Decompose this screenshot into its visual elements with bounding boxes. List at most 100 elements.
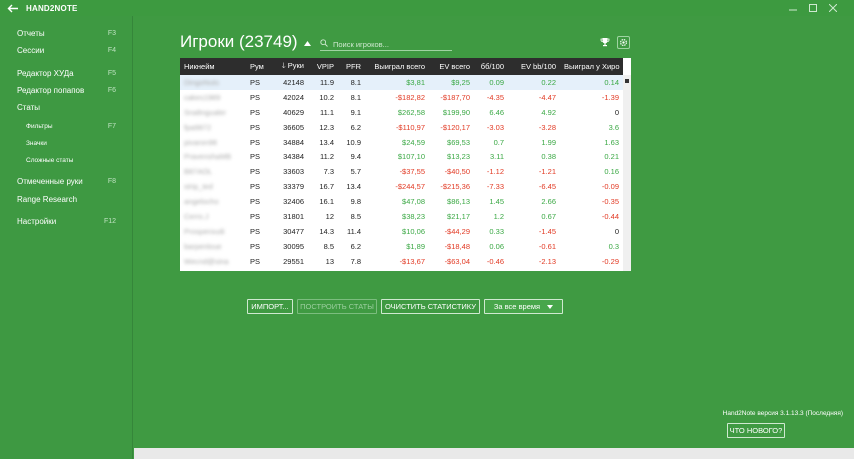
table-cell: -$215,36 — [440, 182, 470, 192]
page-title[interactable]: Игроки (23749) — [180, 32, 311, 52]
table-cell: $86,13 — [447, 197, 470, 207]
whats-new-button[interactable]: ЧТО НОВОГО? — [727, 423, 785, 438]
table-cell: 36605 — [283, 122, 304, 132]
table-cell: -$37,55 — [399, 167, 425, 177]
table-cell: -0.61 — [538, 241, 556, 251]
table-cell: 3.6 — [608, 122, 619, 132]
sidebar-item-label: Отмеченные руки — [17, 176, 83, 186]
table-cell: 0 — [614, 107, 619, 117]
table-cell: PS — [250, 211, 261, 221]
table-cell: 42148 — [283, 77, 304, 87]
minimize-icon[interactable] — [788, 3, 798, 13]
table-row[interactable]: pivaron98 PS 34884 13.4 10.9 $24,59 $69,53 0.7 1… — [180, 135, 623, 150]
shortcut-key: F6 — [107, 86, 116, 94]
table-cell: 14.3 — [319, 226, 334, 236]
column-header[interactable]: EV bb/100 — [508, 58, 560, 75]
sidebar-item-marked-hands[interactable]: Отмеченные руки F8 — [0, 173, 133, 189]
table-cell: 30477 — [283, 226, 304, 236]
sidebar-item-badges[interactable]: Значки — [0, 135, 133, 151]
column-header[interactable]: бб/100 — [474, 58, 508, 75]
table-cell: -$110,97 — [395, 122, 425, 132]
build-stats-button[interactable]: ПОСТРОИТЬ СТАТЫ — [297, 299, 377, 314]
player-nickname-cell: cakes1989 — [184, 92, 221, 102]
column-header[interactable]: EV всего — [429, 58, 474, 75]
sidebar-item-label: Статы — [17, 102, 41, 112]
sidebar-item-filters[interactable]: Фильтры F7 — [0, 118, 133, 134]
table-row[interactable]: PravenshaMB PS 34384 11.2 9.4 $107,10 $13,23 3.… — [180, 149, 623, 164]
close-icon[interactable] — [828, 3, 838, 13]
table-cell: 12.3 — [319, 122, 334, 132]
table-cell: -7.33 — [486, 182, 504, 192]
dropdown-caret-icon[interactable] — [303, 39, 311, 48]
table-cell: PS — [250, 256, 261, 266]
table-cell: 29551 — [283, 256, 304, 266]
table-row[interactable]: strip_ted PS 33379 16.7 13.4 -$244,57 -$215,36… — [180, 179, 623, 194]
period-dropdown[interactable]: За все время — [484, 299, 563, 314]
sidebar-item-hud-editor[interactable]: Редактор ХУДа F5 — [0, 65, 133, 81]
sidebar-item-popup-editor[interactable]: Редактор попапов F6 — [0, 82, 133, 98]
table-row[interactable]: cakes1989 PS 42024 10.2 8.1 -$182,82 -$187,70 -… — [180, 90, 623, 105]
table-row[interactable]: B87AOL PS 33603 7.3 5.7 -$37,55 -$40,50 -1.12 -1… — [180, 164, 623, 179]
table-row[interactable]: angelocho PS 32406 16.1 9.8 $47,08 $86,13 1.45 2… — [180, 194, 623, 209]
table-row[interactable]: Snaltngualer PS 40629 11.1 9.1 $262,58 $199,90… — [180, 105, 623, 120]
table-row[interactable]: barpenloue PS 30095 8.5 6.2 $1,89 -$18,48 0.06 -… — [180, 239, 623, 254]
sidebar-item-complex-stats[interactable]: Сложные статы — [0, 152, 133, 168]
table-cell: -0.09 — [601, 182, 619, 192]
table-cell: 6.2 — [350, 122, 361, 132]
chevron-down-icon — [547, 304, 554, 309]
sidebar-item-label: Значки — [26, 139, 47, 147]
column-header-sorted[interactable]: 🡓 Руки — [276, 58, 308, 75]
column-header[interactable]: VPIP — [308, 58, 338, 75]
column-header[interactable]: Никнейм — [180, 58, 246, 75]
table-cell: 11.4 — [346, 226, 361, 236]
table-row[interactable]: Wecnd@sina PS 29551 13 7.8 -$13,67 -$63,04 -0.4… — [180, 254, 623, 269]
column-header[interactable]: Рум — [246, 58, 276, 75]
player-nickname-cell: fpa9872 — [184, 122, 212, 132]
table-cell: PS — [250, 137, 261, 147]
table-cell: -3.28 — [538, 122, 556, 132]
table-cell: 1.2 — [493, 211, 504, 221]
table-cell: -0.46 — [486, 256, 504, 266]
table-cell: 8.1 — [350, 92, 361, 102]
sidebar-item-stats[interactable]: Статы — [0, 99, 133, 115]
search-input[interactable] — [333, 39, 445, 49]
table-cell: -$244,57 — [395, 182, 425, 192]
table-row[interactable]: Prosperoudi PS 30477 14.3 11.4 $10,06 -$44,29 0… — [180, 224, 623, 239]
table-cell: $199,90 — [442, 107, 470, 117]
table-cell: -3.03 — [486, 122, 504, 132]
table-cell: 5.7 — [350, 167, 361, 177]
table-cell: 10.2 — [319, 92, 334, 102]
column-header[interactable]: Выиграл всего — [365, 58, 429, 75]
player-nickname-cell: angelocho — [184, 197, 219, 207]
table-row[interactable]: Cerro.J PS 31801 12 8.5 $38,23 $21,17 1.2 0.67 -0… — [180, 209, 623, 224]
table-cell: -4.35 — [486, 92, 504, 102]
table-cell: -1.45 — [538, 226, 556, 236]
clear-stats-button[interactable]: ОЧИСТИТЬ СТАТИСТИКУ — [381, 299, 480, 314]
table-cell: 9.4 — [350, 152, 361, 162]
table-cell: 0.09 — [489, 77, 504, 87]
sidebar-item-sessions[interactable]: Сессии F4 — [0, 42, 133, 58]
sidebar-item-reports[interactable]: Отчеты F3 — [0, 25, 133, 41]
maximize-icon[interactable] — [808, 3, 818, 13]
gear-icon[interactable] — [617, 36, 630, 49]
vertical-scrollbar[interactable] — [623, 75, 631, 271]
trophy-icon[interactable] — [600, 37, 610, 49]
column-header[interactable]: PFR — [338, 58, 365, 75]
table-row[interactable]: fpa9872 PS 36605 12.3 6.2 -$110,97 -$120,17 -3.… — [180, 120, 623, 135]
table-cell: PS — [250, 197, 261, 207]
table-cell: $262,58 — [397, 107, 425, 117]
table-cell: 6.46 — [489, 107, 504, 117]
table-cell: 8.5 — [350, 211, 361, 221]
column-header[interactable]: Выиграл у Хиро — [560, 58, 623, 75]
scrollbar-thumb[interactable] — [625, 79, 629, 83]
table-cell: 34884 — [283, 137, 304, 147]
back-arrow-icon[interactable] — [0, 0, 26, 16]
sidebar-item-range-research[interactable]: Range Research — [0, 191, 133, 207]
table-cell: -1.21 — [538, 167, 556, 177]
import-button[interactable]: ИМПОРТ... — [247, 299, 293, 314]
table-cell: 4.92 — [541, 107, 556, 117]
search-box[interactable] — [320, 38, 452, 51]
sidebar: Отчеты F3 Сессии F4 Редактор ХУДа F5 Ред… — [0, 16, 133, 459]
sidebar-item-settings[interactable]: Настройки F12 — [0, 213, 133, 229]
table-row[interactable]: DingoNuts PS 42148 11.9 8.1 $3,81 $9,25 0.09 0.2… — [180, 75, 623, 90]
